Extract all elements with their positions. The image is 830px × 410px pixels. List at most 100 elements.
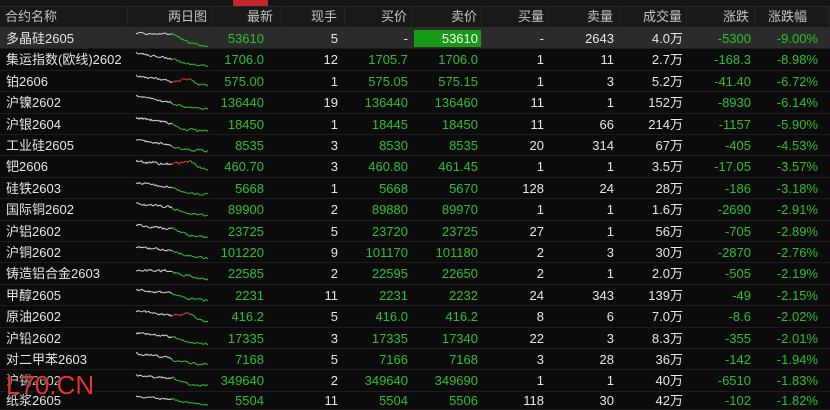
cell-contract-name: 国际铜2602 — [6, 202, 74, 218]
sparkline-previous-day — [135, 331, 173, 338]
cell-bid-volume: 1 — [536, 73, 544, 89]
cell-change: -8.6 — [728, 309, 751, 325]
two-day-chart — [136, 95, 209, 111]
sparkline-previous-day — [135, 269, 172, 274]
table-row[interactable]: 对二甲苯2603 7168 5 7166 7168 3 28 36万 -142 -1.94% — [0, 349, 830, 371]
column-header-total-volume[interactable]: 成交量 — [620, 7, 687, 27]
table-row[interactable]: 甲醇2605 2231 11 2231 2232 24 343 139万 -49 -2.15% — [0, 285, 830, 307]
cell-change: -102 — [724, 392, 751, 408]
cell-change-percent: -3.18% — [776, 180, 818, 196]
table-row[interactable]: 钯2606 460.70 3 460.80 461.45 1 1 3.5万 -17.05 -3.5… — [0, 156, 830, 178]
cell-last-price: 1706.0 — [224, 52, 264, 68]
two-day-chart — [135, 331, 209, 345]
table-row[interactable]: 铸造铝合金2603 22585 2 22595 22650 2 1 2.0万 -505 -2.19… — [0, 263, 830, 285]
cell-contract-name: 集运指数(欧线)2602 — [6, 52, 122, 68]
cell-change-percent: -2.76% — [776, 245, 818, 260]
cell-last-price: 575.00 — [224, 73, 264, 89]
column-header-two-day-chart[interactable]: 两日图 — [128, 7, 212, 27]
cell-change: -168.3 — [714, 52, 751, 68]
cell-bid-price: 575.05 — [368, 73, 408, 89]
sparkline-previous-day — [135, 310, 173, 318]
cell-ask-volume: 2643 — [585, 31, 614, 46]
cell-total-volume: 28万 — [655, 180, 683, 196]
table-row[interactable]: 沪铅2602 17335 3 17335 17340 22 3 8.3万 -355 -2.01% — [0, 328, 830, 349]
table-row[interactable]: 硅铁2603 5668 1 5668 5670 128 24 28万 -186 -3.18% — [0, 178, 830, 200]
cell-last-lot: 3 — [330, 159, 338, 175]
top-tab-active[interactable] — [233, 0, 268, 6]
table-row[interactable]: 沪铝2602 23725 5 23720 23725 27 1 56万 -705 -2.89% — [0, 221, 830, 242]
table-row[interactable]: 沪银2604 18450 1 18445 18450 11 66 214万 -1157 -5.90… — [0, 114, 830, 135]
cell-last-lot: 1 — [330, 116, 338, 132]
table-row[interactable]: 沪镍2602 136440 19 136440 136460 11 1 152万 -8930 -6… — [0, 92, 830, 114]
sparkline-current-day — [171, 335, 209, 345]
two-day-chart — [135, 288, 209, 302]
cell-ask-price: 23725 — [441, 223, 478, 239]
cell-change-percent: -3.57% — [776, 159, 818, 175]
cell-ask-volume: 1 — [606, 223, 614, 239]
sparkline-previous-day — [135, 288, 173, 294]
cell-change: -17.05 — [714, 159, 751, 175]
cell-bid-volume: 11 — [530, 95, 545, 111]
table-row[interactable]: 多晶硅2605 53610 5-53610-2643 4.0万 -5300 -9.00% — [0, 28, 830, 50]
cell-ask-price: 22650 — [441, 266, 478, 282]
cell-ask-price: 18450 — [441, 116, 478, 132]
sparkline-rising-segment — [171, 77, 191, 83]
cell-change: -6510 — [717, 373, 751, 389]
cell-contract-name: 多晶硅2605 — [6, 31, 74, 46]
column-header-bid-volume[interactable]: 买量 — [482, 7, 548, 27]
table-row[interactable]: 工业硅2605 8535 3 8530 8535 20 314 67万 -405 -4.53% — [0, 135, 830, 157]
cell-last-lot: 2 — [330, 373, 338, 389]
cell-last-lot: 1 — [330, 180, 338, 196]
cell-ask-price: 7168 — [449, 352, 478, 367]
table-row[interactable]: 沪锡2602 349640 2 349640 349690 1 1 40万 -6510 -1.83… — [0, 370, 830, 392]
table-row[interactable]: 纸浆2605 5504 11 5504 5506 118 30 42万 -102 -1.82% — [0, 392, 830, 410]
column-header-last-price[interactable]: 最新 — [212, 7, 282, 27]
cell-change-percent: -2.19% — [776, 266, 818, 282]
cell-ask-price: 575.15 — [438, 73, 478, 89]
column-header-contract-name[interactable]: 合约名称 — [0, 7, 128, 27]
cell-last-lot: 5 — [330, 223, 338, 239]
table-row[interactable]: 原油2602 416.2 5 416.0 416.2 8 6 7.0万 -8.6 -2.02% — [0, 306, 830, 328]
two-day-chart — [135, 159, 209, 171]
cell-last-price: 18450 — [227, 116, 264, 132]
table-row[interactable]: 集运指数(欧线)2602 1706.0 12 1705.7 1706.0 1 11 2.7万 -… — [0, 49, 830, 71]
cell-last-price: 349640 — [220, 373, 264, 389]
cell-ask-price: 136460 — [434, 95, 478, 111]
column-header-ask-price[interactable]: 卖价 — [412, 7, 482, 27]
cell-total-volume: 152万 — [648, 95, 683, 111]
cell-bid-volume: 8 — [536, 309, 544, 325]
column-header-last-lot[interactable]: 现手 — [282, 7, 345, 27]
cell-change: -142 — [724, 352, 751, 367]
cell-bid-volume: 20 — [529, 138, 544, 153]
cell-change: -5300 — [717, 31, 751, 46]
column-header-bid-price[interactable]: 买价 — [345, 7, 412, 27]
cell-bid-price: 23720 — [371, 223, 408, 239]
two-day-chart — [135, 202, 209, 217]
table-row[interactable]: 沪铜2602 101220 9 101170 101180 2 3 30万 -2870 -2.76… — [0, 242, 830, 264]
sparkline-previous-day — [135, 116, 173, 125]
cell-total-volume: 67万 — [655, 138, 683, 153]
column-header-change[interactable]: 涨跌 — [687, 7, 755, 27]
cell-change: -2690 — [717, 202, 751, 218]
cell-bid-price: 136440 — [364, 95, 408, 111]
cell-total-volume: 40万 — [655, 373, 683, 389]
column-header-ask-volume[interactable]: 卖量 — [548, 7, 620, 27]
cell-last-price: 416.2 — [231, 309, 264, 325]
sparkline-current-day — [171, 207, 209, 217]
cell-contract-name: 沪铜2602 — [6, 245, 61, 260]
cell-change-percent: -2.15% — [776, 287, 818, 303]
table-row[interactable]: 铂2606 575.00 1 575.05 575.15 1 3 5.2万 -41.40 -6.7… — [0, 71, 830, 93]
cell-bid-price: 416.0 — [375, 309, 408, 325]
cell-last-lot: 5 — [330, 31, 338, 46]
table-row[interactable]: 国际铜2602 89900 2 89880 89970 1 1 1.6万 -2690 -2.91% — [0, 199, 830, 221]
cell-total-volume: 8.3万 — [651, 330, 683, 346]
sparkline-previous-day — [135, 159, 173, 166]
two-day-chart — [135, 52, 209, 68]
column-header-change-percent[interactable]: 涨跌幅 — [755, 7, 830, 27]
cell-change-percent: -2.89% — [776, 223, 818, 239]
cell-bid-volume: 24 — [529, 287, 544, 303]
cell-total-volume: 214万 — [648, 116, 683, 132]
cell-last-price: 53610 — [227, 31, 264, 46]
sparkline-current-day — [171, 271, 209, 281]
cell-change: -49 — [732, 287, 751, 303]
